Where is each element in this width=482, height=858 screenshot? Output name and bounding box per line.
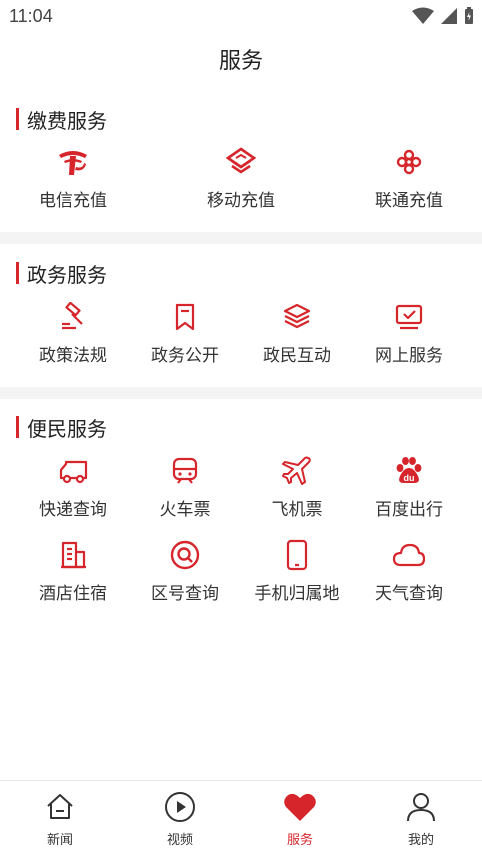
- grid-item-label: 手机归属地: [254, 584, 340, 604]
- grid-item-flight[interactable]: 飞机票: [237, 451, 357, 520]
- grid-item-mobile-recharge[interactable]: 移动充值: [181, 142, 301, 211]
- bottom-tab-bar: 新闻 视频 服务 我的: [0, 780, 482, 858]
- tab-label: 我的: [407, 833, 434, 848]
- battery-icon: [464, 7, 474, 29]
- status-bar: 11:04: [0, 0, 482, 34]
- section-payment: 缴费服务 电信充值 移动充值 联通充值: [0, 92, 482, 232]
- grid-item-label: 快递查询: [39, 500, 107, 520]
- section-convenience: 便民服务 快递查询 火车票 飞机票 du 百度出行 酒店住宿 区号查询 手机归属…: [0, 399, 482, 629]
- section-title: 政务服务: [27, 262, 107, 287]
- grid-item-phone-location[interactable]: 手机归属地: [237, 535, 357, 604]
- tab-news[interactable]: 新闻: [0, 789, 120, 848]
- grid-item-express[interactable]: 快递查询: [13, 451, 133, 520]
- section-marker: [16, 416, 19, 438]
- telecom-logo-icon: [53, 142, 93, 182]
- search-icon: [165, 535, 205, 575]
- truck-icon: [53, 451, 93, 491]
- tab-label: 新闻: [46, 833, 73, 848]
- section-title: 便民服务: [27, 416, 107, 441]
- section-government: 政务服务 政策法规 政务公开 政民互动 网上服务: [0, 244, 482, 387]
- grid-item-label: 政务公开: [151, 346, 219, 366]
- section-header: 政务服务: [16, 261, 107, 287]
- baidu-paw-icon: du: [389, 451, 429, 491]
- tab-video[interactable]: 视频: [120, 789, 240, 848]
- status-time: 11:04: [9, 6, 53, 26]
- heart-icon: [240, 789, 360, 825]
- grid-item-online-service[interactable]: 网上服务: [349, 297, 469, 366]
- unicom-logo-icon: [389, 142, 429, 182]
- section-marker: [16, 262, 19, 284]
- bookmark-icon: [165, 297, 205, 337]
- user-icon: [361, 789, 481, 825]
- svg-text:du: du: [404, 473, 415, 483]
- wifi-icon: [412, 7, 434, 29]
- home-icon: [0, 789, 120, 825]
- tab-services[interactable]: 服务: [240, 789, 360, 848]
- gavel-icon: [53, 297, 93, 337]
- header: 服务: [0, 34, 482, 92]
- grid-item-label: 区号查询: [151, 584, 219, 604]
- train-icon: [165, 451, 205, 491]
- tab-label: 视频: [166, 833, 193, 848]
- grid-item-label: 政策法规: [39, 346, 107, 366]
- section-marker: [16, 108, 19, 130]
- grid-item-label: 飞机票: [271, 500, 323, 520]
- section-title: 缴费服务: [27, 108, 107, 133]
- grid-item-label: 政民互动: [263, 346, 331, 366]
- section-divider: [0, 232, 482, 244]
- grid-item-interaction[interactable]: 政民互动: [237, 297, 357, 366]
- airplane-icon: [277, 451, 317, 491]
- grid-item-train[interactable]: 火车票: [125, 451, 245, 520]
- grid-item-label: 火车票: [159, 500, 211, 520]
- tab-label: 服务: [286, 833, 313, 848]
- signal-icon: [440, 7, 458, 29]
- page-title: 服务: [218, 49, 263, 74]
- grid-item-label: 酒店住宿: [39, 584, 107, 604]
- section-divider: [0, 387, 482, 399]
- grid-item-telecom-recharge[interactable]: 电信充值: [13, 142, 133, 211]
- grid-item-label: 电信充值: [39, 191, 107, 211]
- grid-item-baidu-travel[interactable]: du 百度出行: [349, 451, 469, 520]
- grid-item-label: 联通充值: [375, 191, 443, 211]
- grid-item-weather[interactable]: 天气查询: [349, 535, 469, 604]
- section-header: 缴费服务: [16, 107, 107, 133]
- mobile-logo-icon: [221, 142, 261, 182]
- monitor-check-icon: [389, 297, 429, 337]
- layers-icon: [277, 297, 317, 337]
- grid-item-area-code[interactable]: 区号查询: [125, 535, 245, 604]
- grid-item-policy[interactable]: 政策法规: [13, 297, 133, 366]
- grid-item-hotel[interactable]: 酒店住宿: [13, 535, 133, 604]
- cloud-icon: [389, 535, 429, 575]
- tab-mine[interactable]: 我的: [361, 789, 481, 848]
- grid-item-label: 网上服务: [375, 346, 443, 366]
- grid-item-unicom-recharge[interactable]: 联通充值: [349, 142, 469, 211]
- section-header: 便民服务: [16, 415, 107, 441]
- phone-icon: [277, 535, 317, 575]
- grid-item-label: 百度出行: [375, 500, 443, 520]
- grid-item-gov-public[interactable]: 政务公开: [125, 297, 245, 366]
- building-icon: [53, 535, 93, 575]
- status-icons: [412, 7, 474, 29]
- grid-item-label: 移动充值: [207, 191, 275, 211]
- play-icon: [120, 789, 240, 825]
- grid-item-label: 天气查询: [375, 584, 443, 604]
